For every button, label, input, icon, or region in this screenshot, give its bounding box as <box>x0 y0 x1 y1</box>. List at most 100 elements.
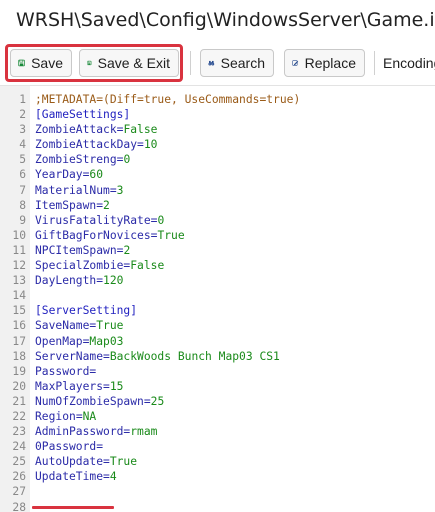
save-exit-button[interactable]: Save & Exit <box>79 49 179 77</box>
replace-button[interactable]: Replace <box>284 49 365 77</box>
region-underline-annotation <box>32 506 114 509</box>
encoding-menu[interactable]: Encoding <box>383 49 435 77</box>
setting-value: BackWoods Bunch Map03 CS1 <box>109 349 280 363</box>
line-text: AdminPassword=rmam <box>35 424 157 439</box>
setting-key: ItemSpawn <box>35 198 97 212</box>
equals-sign: = <box>103 379 110 393</box>
line-number: 7 <box>19 183 26 197</box>
line-text: AutoUpdate=True <box>35 454 137 469</box>
line-text: MaterialNum=3 <box>35 183 123 198</box>
line-number: 19 <box>12 364 26 378</box>
code-line[interactable]: 17 OpenMap=Map03 <box>0 334 435 349</box>
line-text: UpdateTime=4 <box>35 469 117 484</box>
code-line[interactable]: 8 ItemSpawn=2 <box>0 198 435 213</box>
setting-value: True <box>109 455 138 469</box>
setting-value: 0 <box>157 213 165 227</box>
code-line[interactable]: 7 MaterialNum=3 <box>0 183 435 198</box>
code-editor[interactable]: 1 ;METADATA=(Diff=true, UseCommands=true)… <box>0 86 435 512</box>
line-text: ZombieStreng=0 <box>35 152 130 167</box>
line-text: [GameSettings] <box>35 107 130 122</box>
line-number: 1 <box>19 93 26 106</box>
setting-value: 2 <box>103 198 110 212</box>
code-line[interactable]: 16 SaveName=True <box>0 318 435 333</box>
toolbar: Save Save & Exit Search Replace Encodin <box>0 40 435 86</box>
setting-key: DayLength <box>35 274 97 288</box>
setting-value: 15 <box>109 379 124 393</box>
code-line[interactable]: 3 ZombieAttack=False <box>0 122 435 137</box>
equals-sign: = <box>96 274 104 288</box>
code-line[interactable]: 2 [GameSettings] <box>0 107 435 122</box>
code-line[interactable]: 9 VirusFatalityRate=0 <box>0 213 435 228</box>
line-text: [ServerSetting] <box>35 303 137 318</box>
line-number: 25 <box>12 455 26 469</box>
code-line[interactable]: 5 ZombieStreng=0 <box>0 152 435 167</box>
code-line[interactable]: 25 AutoUpdate=True <box>0 454 435 469</box>
equals-sign: = <box>96 440 104 454</box>
line-number: 24 <box>12 440 26 454</box>
equals-sign: = <box>96 198 104 212</box>
setting-key: VirusFatalityRate <box>35 213 151 227</box>
code-line[interactable]: 20 MaxPlayers=15 <box>0 379 435 394</box>
toolbar-divider <box>374 51 375 75</box>
setting-key: ZombieAttackDay <box>35 138 138 152</box>
code-line[interactable]: 11 NPCItemSpawn=2 <box>0 243 435 258</box>
setting-value: 120 <box>103 274 124 288</box>
code-line[interactable]: 10 GiftBagForNovices=True <box>0 228 435 243</box>
code-line[interactable]: 1 ;METADATA=(Diff=true, UseCommands=true) <box>0 92 435 107</box>
line-number: 23 <box>12 425 26 439</box>
line-number: 27 <box>12 485 26 499</box>
replace-button-label: Replace <box>304 55 356 71</box>
line-number: 21 <box>12 394 26 408</box>
search-button-label: Search <box>220 55 265 71</box>
save-button[interactable]: Save <box>10 49 72 77</box>
code-line[interactable]: 23 AdminPassword=rmam <box>0 424 435 439</box>
setting-key: Password <box>35 364 90 378</box>
setting-key: AutoUpdate <box>35 455 104 469</box>
setting-value: 2 <box>123 243 131 257</box>
line-number: 2 <box>19 108 26 122</box>
line-text: MaxPlayers=15 <box>35 379 123 394</box>
setting-key: ZombieStreng <box>35 153 117 167</box>
line-number: 13 <box>12 274 26 288</box>
code-line[interactable]: 6 YearDay=60 <box>0 167 435 182</box>
editor-lines: 1 ;METADATA=(Diff=true, UseCommands=true)… <box>0 92 435 512</box>
line-number: 4 <box>19 138 26 152</box>
code-line[interactable]: 24 0Password= <box>0 439 435 454</box>
code-line[interactable]: 26 UpdateTime=4 <box>0 469 435 484</box>
setting-value: 4 <box>109 470 117 484</box>
line-number: 15 <box>12 304 26 318</box>
line-number: 11 <box>12 243 26 257</box>
setting-key: MaterialNum <box>35 183 110 197</box>
setting-value: Map03 <box>89 334 124 348</box>
code-line[interactable]: 4 ZombieAttackDay=10 <box>0 137 435 152</box>
setting-key: NPCItemSpawn <box>35 243 117 257</box>
equals-sign: = <box>103 349 110 363</box>
code-line[interactable]: 14 <box>0 288 435 303</box>
equals-sign: = <box>103 455 110 469</box>
setting-value: 0 <box>123 153 131 167</box>
line-number: 26 <box>12 470 26 484</box>
code-line[interactable]: 22 Region=NA <box>0 409 435 424</box>
line-text: Password= <box>35 364 96 379</box>
line-text: ZombieAttackDay=10 <box>35 137 157 152</box>
search-button[interactable]: Search <box>200 49 274 77</box>
code-line[interactable]: 21 NumOfZombieSpawn=25 <box>0 394 435 409</box>
code-line[interactable]: 19 Password= <box>0 364 435 379</box>
save-exit-icon <box>87 60 92 66</box>
code-line[interactable]: 18 ServerName=BackWoods Bunch Map03 CS1 <box>0 349 435 364</box>
setting-value: 10 <box>143 138 158 152</box>
line-text: ServerName=BackWoods Bunch Map03 CS1 <box>35 349 280 364</box>
code-line[interactable]: 27 <box>0 484 435 499</box>
setting-key: UpdateTime <box>35 470 104 484</box>
code-line[interactable]: 15 [ServerSetting] <box>0 303 435 318</box>
replace-icon <box>292 60 299 66</box>
line-number: 17 <box>12 334 26 348</box>
setting-key: Region <box>35 409 76 423</box>
setting-value: True <box>96 319 124 333</box>
equals-sign: = <box>137 138 144 152</box>
line-text: DayLength=120 <box>35 273 123 288</box>
code-line[interactable]: 12 SpecialZombie=False <box>0 258 435 273</box>
line-number: 3 <box>19 123 26 137</box>
line-number: 8 <box>19 198 26 212</box>
code-line[interactable]: 13 DayLength=120 <box>0 273 435 288</box>
